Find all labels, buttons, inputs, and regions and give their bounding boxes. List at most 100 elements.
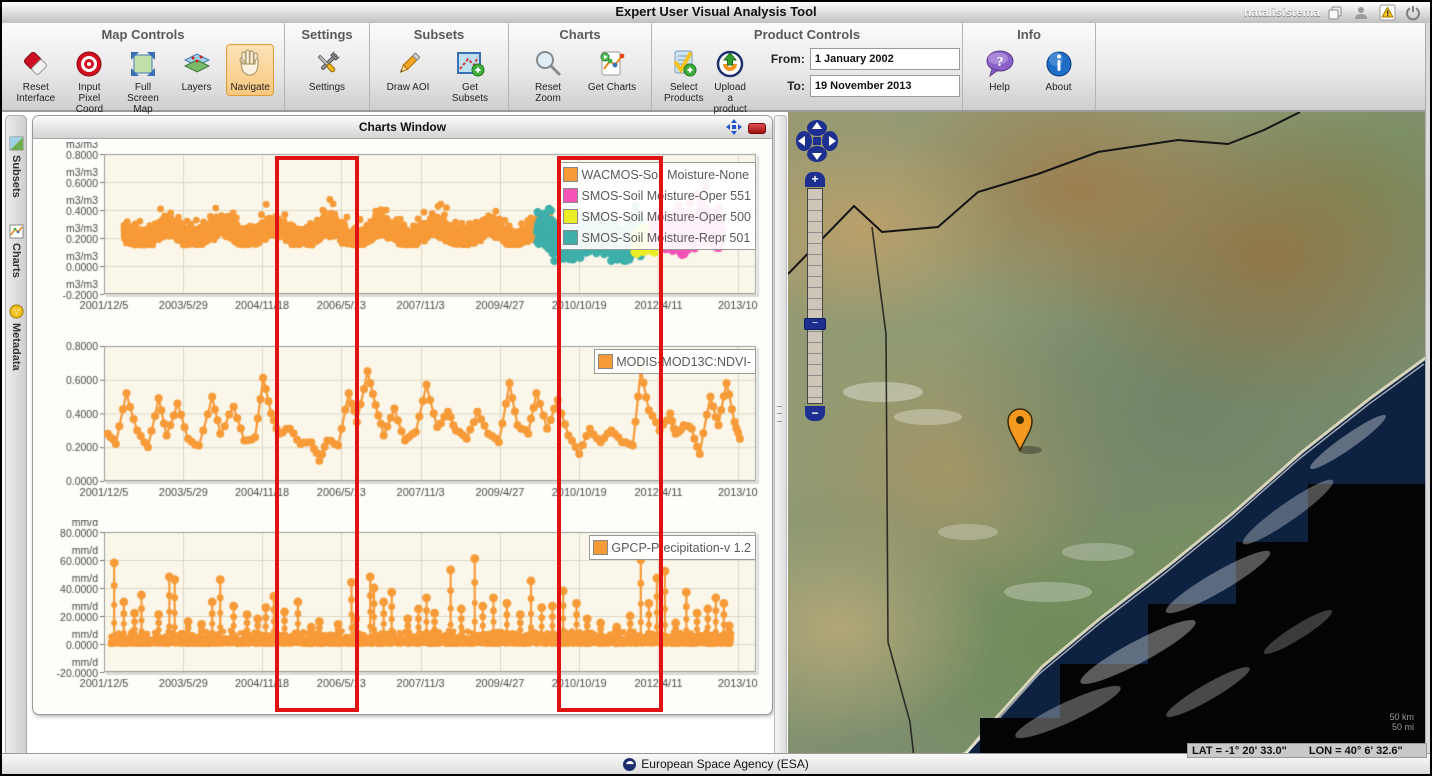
get-charts-button[interactable]: Get Charts <box>583 44 641 96</box>
location-marker[interactable] <box>1008 409 1042 454</box>
button-label: Input Pixel Coord <box>68 82 112 115</box>
pan-arrows-icon[interactable] <box>794 118 840 164</box>
draw-aoi-button[interactable]: Draw AOI <box>380 44 436 96</box>
zoom-slider[interactable] <box>807 188 823 404</box>
group-title: Info <box>973 27 1085 42</box>
button-label: Upload a product <box>713 82 746 115</box>
group-title: Charts <box>519 27 641 42</box>
windows-icon <box>1327 5 1343 21</box>
panel-splitter[interactable] <box>774 115 787 760</box>
footer-text: European Space Agency (ESA) <box>641 757 808 771</box>
button-label: Layers <box>182 82 212 93</box>
zoom-slider-handle[interactable]: − <box>804 318 826 330</box>
charts-area: WACMOS-Soil Moisture-None SMOS-Soil Mois… <box>33 139 770 713</box>
button-label: Help <box>989 82 1010 93</box>
get-subsets-button[interactable]: Get Subsets <box>442 44 498 107</box>
legend-swatch <box>563 188 578 203</box>
user-profile-icon[interactable] <box>1352 4 1370 22</box>
help-icon: ? <box>984 49 1016 79</box>
window-frame <box>1425 23 1430 758</box>
group-title: Product Controls <box>662 27 952 42</box>
zoom-in-button[interactable]: + <box>805 172 825 187</box>
lon-value: LON = 40° 6' 32.6" <box>1309 745 1403 757</box>
charts-window-header[interactable]: Charts Window <box>33 116 772 139</box>
map-scale: 50 km 50 mi <box>1389 712 1414 732</box>
layers-button[interactable]: Layers <box>173 44 221 96</box>
minimize-icon <box>748 123 766 134</box>
sidebar-tab-subsets[interactable]: Subsets <box>9 136 24 198</box>
legend-swatch <box>563 167 578 182</box>
warning-icon[interactable] <box>1378 4 1396 22</box>
legend-item: SMOS-Soil Moisture-Oper 551 <box>563 185 751 206</box>
charts-window: Charts Window WACMOS-Soil Moisture-None … <box>32 115 773 715</box>
metadata-icon <box>9 304 24 319</box>
magnifier-icon <box>533 49 563 79</box>
full-screen-map-button[interactable]: Full Screen Map <box>119 44 167 118</box>
sidebar-tab-metadata[interactable]: Metadata <box>9 304 24 371</box>
from-date-input[interactable] <box>810 48 960 70</box>
subset-map-icon <box>454 49 486 79</box>
app-title: Expert User Visual Analysis Tool <box>2 4 1430 19</box>
mouse-position-readout: LAT = -1° 20' 33.0" LON = 40° 6' 32.6" <box>1187 743 1427 758</box>
group-charts: Charts Reset Zoom Get Charts <box>509 23 652 110</box>
precipitation-legend: GPCP-Precipitation-v 1.2 <box>589 535 756 560</box>
button-label: Reset Interface <box>14 82 58 104</box>
legend-item: GPCP-Precipitation-v 1.2 <box>593 537 751 558</box>
to-date-input[interactable] <box>810 75 960 97</box>
esa-logo-icon <box>623 758 636 771</box>
border-line-vertical <box>872 227 914 758</box>
input-pixel-coord-button[interactable]: Input Pixel Coord <box>66 44 114 118</box>
charts-window-title: Charts Window <box>33 116 772 138</box>
expert-user-visual-analysis-tool: { "window": { "title": "Expert User Visu… <box>0 0 1432 776</box>
navigate-button[interactable]: Navigate <box>226 44 274 96</box>
upload-product-button[interactable]: Upload a product <box>711 44 748 118</box>
charts-icon <box>9 224 24 239</box>
sidebar-tab-charts[interactable]: Charts <box>9 224 24 278</box>
sidebar-tab-label: Charts <box>10 243 22 278</box>
legend-item: SMOS-Soil Moisture-Oper 500 <box>563 206 751 227</box>
legend-label: SMOS-Soil Moisture-Oper 551 <box>581 189 751 203</box>
expand-window-button[interactable] <box>725 119 743 134</box>
group-subsets: Subsets Draw AOI Get Subsets <box>370 23 509 110</box>
expand-arrows-icon <box>726 119 742 135</box>
group-title: Subsets <box>380 27 498 42</box>
info-icon <box>1044 49 1074 79</box>
group-title: Settings <box>295 27 359 42</box>
subsets-icon <box>9 136 24 151</box>
legend-item: SMOS-Soil Moisture-Repr 501 <box>563 227 751 248</box>
settings-button[interactable]: Settings <box>297 44 357 96</box>
button-label: About <box>1045 82 1071 93</box>
about-button[interactable]: About <box>1032 44 1085 96</box>
map-overlay <box>788 112 1428 758</box>
ndvi-legend: MODIS-MOD13C:NDVI- <box>594 349 756 374</box>
sidebar-tab-label: Metadata <box>10 323 22 371</box>
legend-item: WACMOS-Soil Moisture-None <box>563 164 751 185</box>
select-products-button[interactable]: Select Products <box>662 44 705 107</box>
button-label: Navigate <box>230 82 269 93</box>
legend-label: SMOS-Soil Moisture-Repr 501 <box>581 231 750 245</box>
reset-zoom-button[interactable]: Reset Zoom <box>519 44 577 107</box>
button-label: Get Subsets <box>444 82 496 104</box>
window-titlebar: Expert User Visual Analysis Tool natalis… <box>2 2 1430 24</box>
zoom-out-button[interactable]: − <box>805 406 825 421</box>
legend-label: WACMOS-Soil Moisture-None <box>581 168 749 182</box>
lat-value: LAT = -1° 20' 33.0" <box>1192 745 1287 757</box>
button-label: Reset Zoom <box>521 82 575 104</box>
fullscreen-map-icon <box>128 49 158 79</box>
from-label: From: <box>765 52 805 66</box>
button-label: Draw AOI <box>387 82 430 93</box>
help-button[interactable]: ? Help <box>973 44 1026 96</box>
power-icon[interactable] <box>1404 4 1422 22</box>
minimize-window-button[interactable] <box>748 119 766 134</box>
select-products-icon <box>669 49 699 79</box>
satellite-map[interactable]: + − − 50 km 50 mi LAT = -1° 20' 33.0" LO… <box>788 112 1428 758</box>
legend-label: SMOS-Soil Moisture-Oper 500 <box>581 210 751 224</box>
upload-icon <box>715 49 745 79</box>
legend-swatch <box>598 354 613 369</box>
svg-text:?: ? <box>996 55 1003 70</box>
group-product-controls: Product Controls Select Products Upload … <box>652 23 963 110</box>
windows-icon[interactable] <box>1326 4 1344 22</box>
button-label: Settings <box>309 82 345 93</box>
soil-moisture-legend: WACMOS-Soil Moisture-None SMOS-Soil Mois… <box>559 162 756 250</box>
reset-interface-button[interactable]: Reset Interface <box>12 44 60 107</box>
